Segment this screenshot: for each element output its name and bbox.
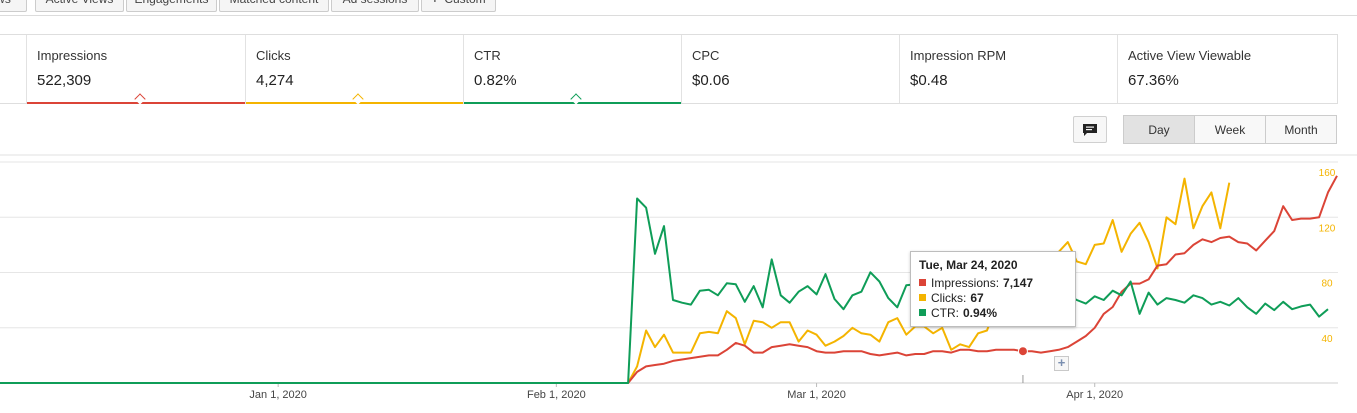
metric-label: Active View Viewable [1128, 48, 1252, 63]
performance-chart[interactable]: 40 80 120 160 Jan 1, 2020 Feb 1, 2020 Mar 1, 2… [0, 150, 1357, 413]
metric-value: 67.36% [1128, 72, 1179, 89]
ctr-swatch [919, 309, 926, 316]
tooltip-row-impressions: Impressions: 7,147 [919, 275, 1067, 290]
period-month-button[interactable]: Month [1265, 115, 1337, 144]
tooltip-label: Impressions: [931, 275, 1000, 290]
metric-value: 4,274 [256, 72, 294, 89]
metric-value: $0.48 [910, 72, 948, 89]
right-axis-tick-label: 80 [1321, 279, 1333, 290]
x-axis-label: Mar 1, 2020 [787, 389, 846, 401]
right-axis-tick-label: 40 [1321, 334, 1333, 345]
metric-value: $0.06 [692, 72, 730, 89]
metric-card-impressions[interactable]: Impressions 522,309 [26, 35, 245, 105]
tab-custom[interactable]: + Custom [421, 0, 496, 12]
tab-label: ws [0, 0, 11, 5]
plus-icon: + [431, 0, 438, 5]
highlight-point-impressions [1017, 346, 1028, 357]
clicks-swatch [919, 294, 926, 301]
tab-label: Custom [444, 0, 485, 5]
x-axis-label: Apr 1, 2020 [1066, 389, 1123, 401]
period-day-button[interactable]: Day [1123, 115, 1195, 144]
metric-value: 522,309 [37, 72, 92, 89]
tooltip-value: 7,147 [1003, 275, 1034, 290]
metric-selected-underline [464, 102, 681, 104]
add-annotation-marker[interactable]: + [1054, 356, 1069, 371]
metric-selected-underline [246, 102, 463, 104]
comment-icon [1083, 123, 1097, 136]
metric-label: Impressions [37, 48, 108, 63]
metric-label: CTR [474, 48, 501, 63]
metric-card-active-view-viewable[interactable]: Active View Viewable 67.36% [1117, 35, 1337, 103]
tooltip-value: 67 [970, 290, 984, 305]
chart-tooltip: Tue, Mar 24, 2020 Impressions: 7,147 Cli… [910, 251, 1076, 327]
metric-label: Clicks [256, 48, 291, 63]
right-axis-tick-label: 160 [1319, 168, 1336, 179]
tooltip-date: Tue, Mar 24, 2020 [919, 258, 1018, 272]
metric-card-impression-rpm[interactable]: Impression RPM $0.48 [899, 35, 1117, 103]
tab-label: Engagements [134, 0, 208, 5]
metric-label: Impression RPM [910, 48, 1007, 63]
tooltip-label: Clicks: [931, 290, 967, 305]
tab-ad-sessions[interactable]: Ad sessions [331, 0, 419, 12]
tab-label: Ad sessions [343, 0, 408, 5]
tooltip-value: 0.94% [963, 305, 998, 320]
metric-cards: Impressions 522,309 Clicks 4,274 CTR 0.82% CPC… [0, 34, 1338, 105]
series-line-ctr [0, 197, 1329, 384]
tab-ws[interactable]: ws [0, 0, 27, 12]
tab-active-views[interactable]: Active Views [35, 0, 124, 12]
period-week-button[interactable]: Week [1194, 115, 1266, 144]
metric-selected-underline [27, 102, 245, 104]
annotation-button[interactable] [1073, 116, 1107, 143]
right-axis-tick-label: 120 [1319, 223, 1336, 234]
tooltip-row-ctr: CTR: 0.94% [919, 305, 1067, 320]
tab-matched-content[interactable]: Matched content [219, 0, 329, 12]
metric-card-clicks[interactable]: Clicks 4,274 [245, 35, 463, 105]
impressions-swatch [919, 279, 926, 286]
series-line-impressions [0, 175, 1338, 384]
tooltip-row-clicks: Clicks: 67 [919, 290, 1067, 305]
tab-label: Matched content [230, 0, 319, 5]
x-axis-label: Feb 1, 2020 [527, 389, 586, 401]
tab-label: Active Views [46, 0, 114, 5]
tab-engagements[interactable]: Engagements [126, 0, 217, 12]
tooltip-label: CTR: [931, 305, 959, 320]
metric-value: 0.82% [474, 72, 517, 89]
metric-card-ctr[interactable]: CTR 0.82% [463, 35, 681, 105]
report-tabs: ws Active Views Engagements Matched content… [0, 0, 1357, 16]
metric-label: CPC [692, 48, 720, 63]
metric-card-cpc[interactable]: CPC $0.06 [681, 35, 899, 103]
x-axis-label: Jan 1, 2020 [249, 389, 307, 401]
metric-card-overflow [0, 35, 26, 103]
